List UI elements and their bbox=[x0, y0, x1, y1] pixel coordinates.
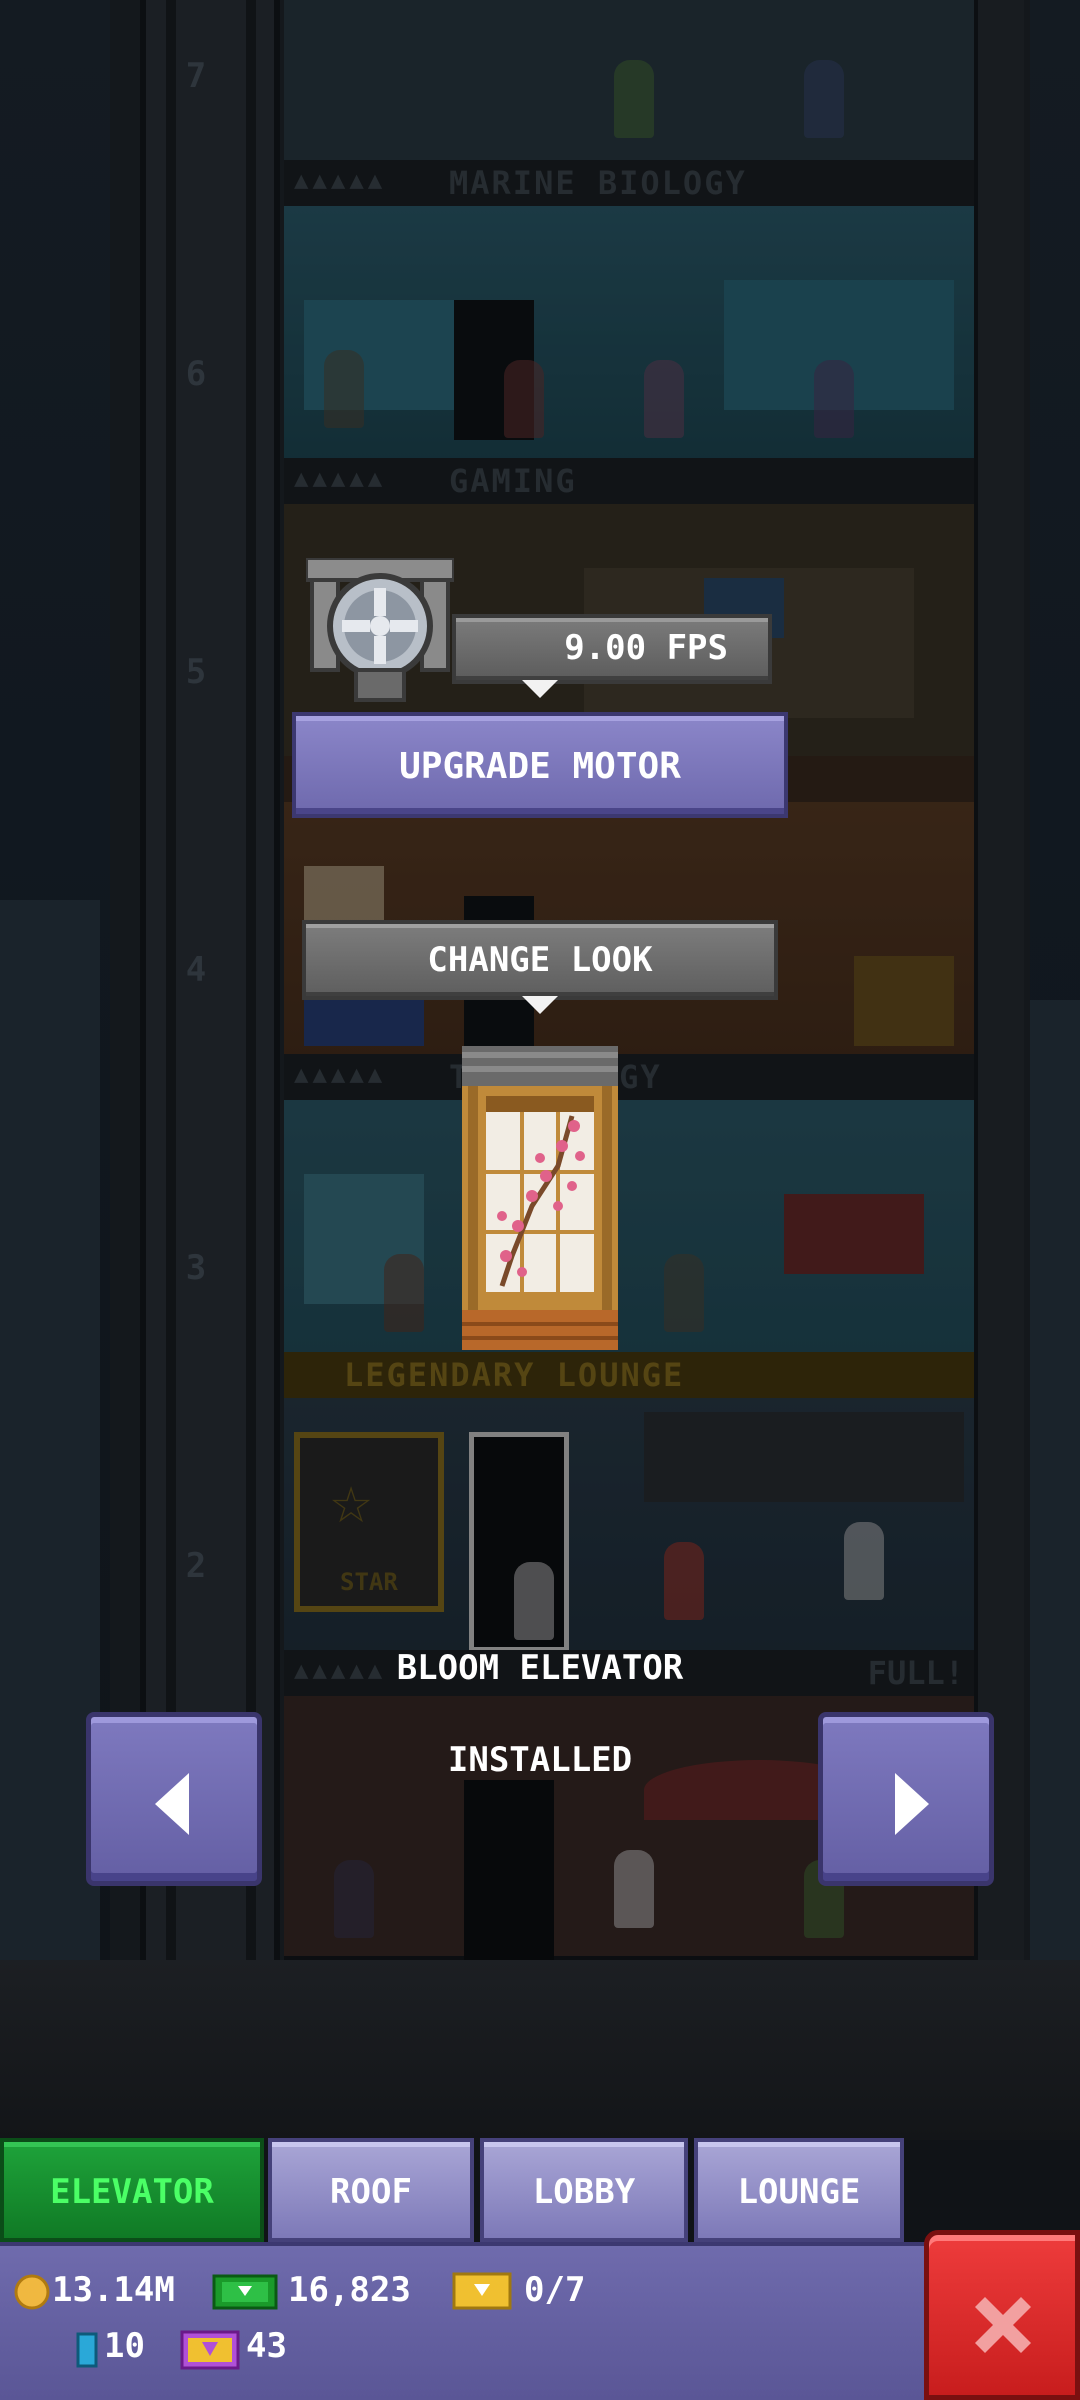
coin-icon bbox=[14, 2274, 50, 2310]
close-icon bbox=[975, 2297, 1031, 2353]
tab-label: LOUNGE bbox=[737, 2172, 861, 2212]
vip-value: 43 bbox=[246, 2326, 287, 2366]
tickets-value: 0/7 bbox=[524, 2270, 586, 2310]
ground bbox=[0, 1960, 1080, 2140]
tab-elevator[interactable]: ELEVATOR bbox=[0, 2138, 264, 2242]
close-button[interactable] bbox=[924, 2230, 1080, 2400]
tab-label: LOBBY bbox=[532, 2172, 636, 2212]
tower-wall bbox=[974, 0, 1024, 1960]
arrow-left-icon bbox=[155, 1773, 189, 1835]
resource-bar: 13.14M 16,823 0/7 10 43 bbox=[0, 2242, 930, 2400]
tab-bar: ELEVATOR ROOF LOBBY LOUNGE bbox=[0, 2138, 910, 2242]
floor-number: 3 bbox=[185, 1248, 207, 1288]
tab-lounge[interactable]: LOUNGE bbox=[694, 2138, 904, 2242]
floor-number: 7 bbox=[185, 56, 207, 96]
floor-number: 5 bbox=[185, 652, 207, 692]
elevator-name: BLOOM ELEVATOR bbox=[396, 1648, 684, 1688]
change-look-button[interactable]: CHANGE LOOK bbox=[302, 920, 778, 1000]
floor-number: 6 bbox=[185, 354, 207, 394]
bloom-elevator-preview bbox=[462, 1046, 618, 1350]
background-building-right bbox=[1030, 1000, 1080, 1960]
motor-speed-value: 9.00 FPS bbox=[564, 628, 728, 668]
vip-ticket-icon bbox=[180, 2330, 240, 2370]
upgrade-motor-button[interactable]: UPGRADE MOTOR bbox=[292, 712, 788, 818]
tab-roof[interactable]: ROOF bbox=[268, 2138, 474, 2242]
chevron-down-icon bbox=[522, 996, 558, 1014]
key-icon bbox=[76, 2332, 98, 2368]
tab-label: ROOF bbox=[330, 2172, 412, 2212]
next-look-button[interactable] bbox=[818, 1712, 994, 1886]
motor-icon bbox=[306, 558, 454, 702]
floor-number: 4 bbox=[185, 950, 207, 990]
bux-value: 16,823 bbox=[288, 2270, 411, 2310]
previous-look-button[interactable] bbox=[86, 1712, 262, 1886]
elevator-status: INSTALLED bbox=[447, 1740, 633, 1780]
coins-value: 13.14M bbox=[52, 2270, 175, 2310]
bux-icon bbox=[212, 2274, 278, 2310]
background-building-left bbox=[0, 900, 100, 1960]
keys-value: 10 bbox=[104, 2326, 145, 2366]
floor-number: 2 bbox=[185, 1546, 207, 1586]
floor-7[interactable] bbox=[284, 0, 974, 160]
motor-speed-display: 9.00 FPS bbox=[452, 614, 772, 684]
change-look-label: CHANGE LOOK bbox=[427, 940, 653, 980]
tab-lobby[interactable]: LOBBY bbox=[480, 2138, 688, 2242]
floor-technology[interactable]: ▲▲▲▲▲ TECHNOLOGY bbox=[284, 1054, 974, 1354]
floor-marine-biology[interactable]: ▲▲▲▲▲ MARINE BIOLOGY bbox=[284, 160, 974, 460]
golden-ticket-icon bbox=[452, 2272, 512, 2310]
chevron-down-icon bbox=[522, 680, 558, 698]
tab-label: ELEVATOR bbox=[50, 2172, 214, 2212]
upgrade-motor-label: UPGRADE MOTOR bbox=[399, 746, 681, 787]
arrow-right-icon bbox=[895, 1773, 929, 1835]
floor-legendary-lounge[interactable]: LEGENDARY LOUNGE ☆ STAR bbox=[284, 1352, 974, 1652]
